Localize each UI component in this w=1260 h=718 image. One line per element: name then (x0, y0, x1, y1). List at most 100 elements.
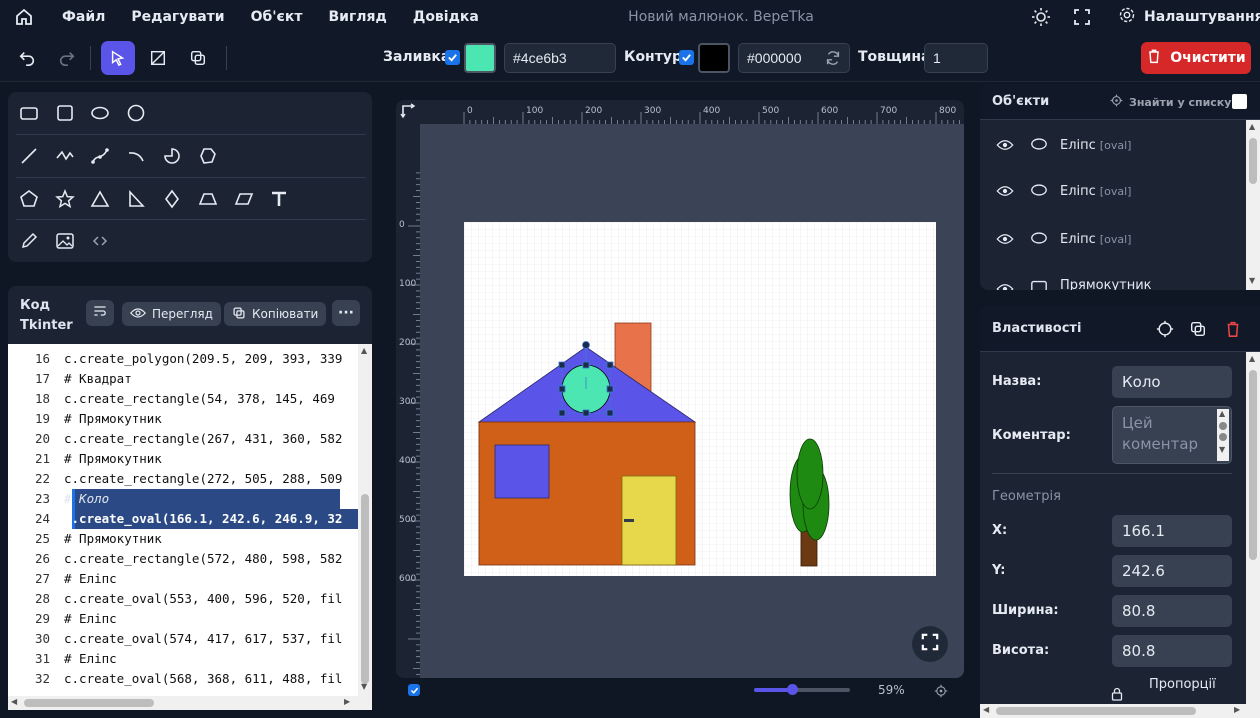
menu-object[interactable]: Об'єкт (251, 9, 303, 25)
fill-color-swatch[interactable] (464, 43, 496, 73)
square-tool-icon[interactable] (53, 101, 77, 125)
text-tool-icon[interactable] (267, 187, 291, 211)
lock-icon[interactable] (1111, 686, 1123, 705)
pie-tool-icon[interactable] (160, 144, 184, 168)
height-prop-input[interactable]: 80.8 (1112, 635, 1232, 667)
x-input[interactable]: 166.1 (1112, 515, 1232, 547)
rectangle-icon (1030, 279, 1048, 290)
right-triangle-tool-icon[interactable] (124, 187, 148, 211)
image-tool-icon[interactable] (53, 229, 77, 253)
scrollbar-thumb[interactable] (996, 707, 1196, 715)
code-vertical-scrollbar[interactable]: ▲ ▼ (358, 344, 372, 696)
menu-help[interactable]: Довідка (413, 9, 479, 25)
menu-file[interactable]: Файл (62, 9, 105, 25)
scroll-left-arrow[interactable]: ◀ (11, 697, 17, 706)
scroll-right-arrow[interactable]: ▶ (344, 697, 350, 706)
scrollbar-thumb[interactable] (1249, 138, 1257, 184)
fill-checkbox[interactable] (445, 50, 460, 65)
drawing-surface[interactable] (464, 222, 936, 576)
circle-tool-icon[interactable] (124, 101, 148, 125)
polyline-tool-icon[interactable] (53, 144, 77, 168)
object-list-item[interactable]: Еліпс [oval] (980, 168, 1246, 214)
fit-to-screen-button[interactable] (912, 626, 948, 662)
clear-button[interactable]: Очистити (1141, 42, 1251, 74)
code-line: 32 c.create_oval(568, 368, 611, 488, fil (8, 669, 358, 689)
scroll-up-arrow[interactable]: ▲ (1249, 354, 1255, 363)
outline-color-swatch[interactable] (698, 43, 730, 73)
pencil-tool-icon[interactable] (17, 229, 41, 253)
parallelogram-tool-icon[interactable] (232, 187, 256, 211)
width-prop-input[interactable]: 80.8 (1112, 595, 1232, 627)
blob-tool-icon[interactable] (196, 144, 220, 168)
name-input[interactable]: Коло (1112, 366, 1232, 398)
bezier-tool-icon[interactable] (88, 144, 112, 168)
refresh-icon[interactable] (824, 49, 842, 71)
line-tool-icon[interactable] (17, 144, 41, 168)
theme-sun-icon[interactable] (1031, 7, 1051, 31)
duplicate-object-icon[interactable] (1189, 320, 1207, 342)
select-tool-button[interactable] (101, 41, 135, 75)
oval-tool-icon[interactable] (88, 101, 112, 125)
scrollbar-thumb[interactable] (1249, 370, 1257, 560)
visibility-eye-icon[interactable] (996, 182, 1014, 201)
more-options-button[interactable]: ··· (332, 300, 360, 326)
scroll-left-arrow[interactable]: ◀ (983, 705, 989, 714)
code-editor[interactable]: 16 c.create_polygon(209.5, 209, 393, 339 1… (8, 344, 358, 696)
menu-view[interactable]: Вигляд (328, 9, 386, 25)
visibility-eye-icon[interactable] (996, 280, 1014, 290)
code-line: 23 # Коло (8, 489, 358, 509)
settings-button[interactable]: Налаштування (1118, 0, 1260, 34)
scroll-down-arrow[interactable]: ▼ (361, 682, 367, 691)
rectangle-tool-icon[interactable] (17, 101, 41, 125)
object-list-item[interactable]: Еліпс [oval] (980, 122, 1246, 168)
visibility-eye-icon[interactable] (996, 230, 1014, 249)
pentagon-tool-icon[interactable] (17, 187, 41, 211)
delete-object-icon[interactable] (1224, 320, 1242, 342)
scroll-up-arrow[interactable]: ▲ (1249, 122, 1255, 131)
properties-scrollbar[interactable]: ▲ (1246, 352, 1260, 718)
find-in-list-button[interactable]: Знайти у списку (1110, 94, 1231, 110)
object-list-item[interactable]: Прямокутник (980, 266, 1246, 290)
zoom-slider-thumb[interactable] (787, 684, 799, 695)
window-shape[interactable] (494, 444, 550, 499)
outline-checkbox[interactable] (679, 50, 694, 65)
wrap-button[interactable] (86, 300, 114, 326)
scroll-up-arrow[interactable]: ▲ (361, 346, 367, 355)
transform-tool-button[interactable] (141, 41, 175, 75)
locate-icon[interactable] (934, 683, 948, 702)
find-in-list-checkbox[interactable] (1232, 94, 1247, 109)
star-tool-icon[interactable] (53, 187, 77, 211)
duplicate-tool-button[interactable] (181, 41, 215, 75)
triangle-tool-icon[interactable] (88, 187, 112, 211)
properties-horizontal-scrollbar[interactable]: ◀ ▶ (980, 704, 1246, 718)
scrollbar-thumb[interactable] (24, 699, 154, 707)
scroll-right-arrow[interactable]: ▶ (1234, 705, 1240, 714)
menu-edit[interactable]: Редагувати (131, 9, 224, 25)
width-input[interactable]: 1 (924, 43, 988, 73)
object-list-item[interactable]: Еліпс [oval] (980, 216, 1246, 262)
copy-button[interactable]: Копіювати (224, 302, 327, 326)
preview-button[interactable]: Перегляд (122, 302, 221, 326)
door-handle-shape[interactable] (624, 519, 634, 522)
trapezoid-tool-icon[interactable] (196, 187, 220, 211)
undo-button[interactable] (10, 41, 44, 75)
code-horizontal-scrollbar[interactable]: ◀ ▶ (8, 696, 372, 710)
scroll-down-arrow[interactable]: ▼ (1249, 276, 1255, 285)
redo-button[interactable] (50, 41, 84, 75)
textarea-scrollbar[interactable]: ▲ ▼ (1217, 409, 1229, 461)
y-input[interactable]: 242.6 (1112, 555, 1232, 587)
diamond-tool-icon[interactable] (160, 187, 184, 211)
arc-tool-icon[interactable] (124, 144, 148, 168)
tree-leaves-shape[interactable] (796, 438, 824, 510)
objects-scrollbar[interactable]: ▲ ▼ (1246, 120, 1260, 290)
comment-textarea[interactable]: Цей коментар ▲ ▼ (1112, 406, 1232, 464)
scrollbar-thumb[interactable] (361, 494, 369, 684)
zoom-slider[interactable] (754, 684, 850, 695)
code-tool-icon[interactable] (88, 229, 112, 253)
snap-grid-checkbox[interactable] (408, 684, 420, 696)
fill-hex-input[interactable]: #4ce6b3 (504, 43, 616, 73)
fullscreen-icon[interactable] (1072, 7, 1092, 31)
center-target-icon[interactable] (1156, 320, 1174, 342)
home-icon[interactable] (14, 7, 34, 31)
visibility-eye-icon[interactable] (996, 136, 1014, 155)
